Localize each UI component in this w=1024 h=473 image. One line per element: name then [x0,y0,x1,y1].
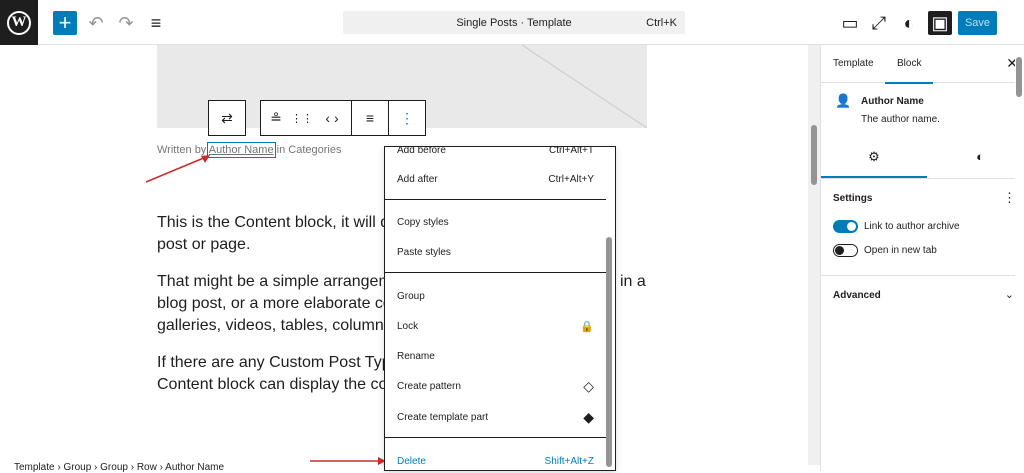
menu-item-label: Rename [397,350,435,362]
editor-topbar: W + ↶ ↷ ≡ Single Posts · Template Ctrl+K… [0,0,1024,45]
menu-divider [385,272,606,273]
menu-divider [385,437,606,438]
list-view-icon[interactable]: ≡ [144,11,168,35]
author-block-icon[interactable]: ≗ [261,101,291,135]
menu-item-add-after[interactable]: Add after Ctrl+Alt+Y [385,166,606,192]
chevron-down-icon: ⌄ [1004,289,1014,301]
styles-icon[interactable]: ◐ [897,11,921,35]
menu-item-shortcut: Ctrl+Alt+T [548,146,594,156]
settings-gear-icon[interactable]: ⚙ [821,149,927,178]
menu-item-label: Create pattern [397,380,461,392]
annotation-arrow [145,155,210,183]
menu-item-label: Add before [397,146,446,156]
menu-item-group[interactable]: Group [385,283,606,309]
undo-icon[interactable]: ↶ [84,11,108,35]
menu-item-label: Paste styles [397,246,451,258]
block-card: 👤 Author Name The author name. [821,83,1024,139]
settings-panel-title: Settings [833,193,873,204]
add-block-button[interactable]: + [53,10,77,35]
advanced-panel-header[interactable]: Advanced ⌄ [821,275,1024,315]
menu-item-shortcut: Ctrl+Alt+Y [548,173,594,185]
menu-item-create-template-part[interactable]: Create template part ◆ [385,404,606,430]
block-breadcrumb[interactable]: Template › Group › Group › Row › Author … [14,462,224,473]
menu-item-label: Group [397,290,425,302]
align-icon[interactable]: ≡ [352,101,388,135]
menu-item-label: Lock [397,320,419,332]
block-controls-group: ≗ ⋮⋮ ‹ › ≡ ⋮ [260,100,426,136]
preview-icon[interactable]: ▭ [838,11,862,35]
content-paragraph-line: in a [620,273,646,290]
menu-item-label: Add after [397,173,438,185]
wordpress-icon: W [7,10,31,35]
drag-handle-icon[interactable]: ⋮⋮ [291,101,313,135]
menu-item-label: Delete [397,455,426,467]
tab-template[interactable]: Template [833,58,874,69]
command-shortcut: Ctrl+K [646,17,677,29]
toggle-row-new-tab: Open in new tab [821,239,1024,263]
pattern-icon: ◇ [583,377,594,394]
settings-panel-icon[interactable]: ▣ [928,11,952,35]
settings-sidebar: Template Block ✕ 👤 Author Name The autho… [820,45,1024,471]
annotation-arrow [310,457,386,465]
toggle-label: Link to author archive [864,221,960,232]
link-to-author-archive-toggle[interactable] [833,220,858,233]
toggle-knob [835,246,844,255]
menu-item-shortcut: Shift+Alt+Z [544,455,594,467]
toggle-knob [847,222,856,231]
block-toolbar: ⇄ ≗ ⋮⋮ ‹ › ≡ ⋮ [208,100,432,136]
styles-half-circle-icon[interactable]: ◐ [927,149,1024,164]
toggle-row-author-archive: Link to author archive [821,215,1024,239]
transform-group: ⇄ [208,100,246,136]
block-options-icon[interactable]: ⋮ [389,101,425,135]
block-description: The author name. [861,114,940,125]
canvas-scrollbar[interactable] [808,45,820,465]
sidebar-tabs: Template Block ✕ [821,45,1024,84]
open-in-new-tab-toggle[interactable] [833,244,858,257]
byline-suffix: in Categories [273,144,342,156]
transform-icon[interactable]: ⇄ [209,101,245,135]
menu-item-add-before[interactable]: Add before Ctrl+Alt+T [385,146,606,163]
scrollbar-thumb[interactable] [1016,57,1022,97]
author-block-icon: 👤 [835,93,852,108]
lock-icon: 🔒 [580,320,594,333]
menu-item-label: Copy styles [397,216,449,228]
menu-item-rename[interactable]: Rename [385,343,606,369]
command-palette-button[interactable]: Single Posts · Template Ctrl+K [343,11,685,34]
menu-scrollbar[interactable] [606,237,612,467]
toggle-label: Open in new tab [864,245,937,256]
block-options-menu: Add before Ctrl+Alt+T Add after Ctrl+Alt… [384,146,616,471]
block-title: Author Name [861,96,924,107]
author-name-block[interactable]: Author Name [206,142,276,158]
tab-block[interactable]: Block [884,58,935,84]
menu-item-label: Create template part [397,411,489,423]
save-button[interactable]: Save [958,11,997,35]
menu-item-copy-styles[interactable]: Copy styles [385,209,606,235]
block-inspector-tabs: ⚙ ◐ [821,139,1024,179]
menu-item-create-pattern[interactable]: Create pattern ◇ [385,373,606,399]
redo-icon[interactable]: ↷ [114,11,138,35]
document-title: Single Posts · Template [456,17,572,29]
menu-item-delete[interactable]: Delete Shift+Alt+Z [385,448,606,470]
advanced-panel-title: Advanced [833,290,881,301]
template-part-icon: ◆ [583,408,594,425]
scrollbar-thumb[interactable] [811,125,817,185]
menu-item-paste-styles[interactable]: Paste styles [385,239,606,265]
menu-divider [385,199,606,200]
external-link-icon[interactable]: ⤢ [867,11,891,35]
sidebar-scrollbar[interactable] [1015,45,1024,465]
wordpress-logo-button[interactable]: W [0,0,38,45]
move-arrows-icon[interactable]: ‹ › [313,101,351,135]
menu-item-lock[interactable]: Lock 🔒 [385,313,606,339]
settings-panel-header: Settings ⋮ [821,179,1024,215]
